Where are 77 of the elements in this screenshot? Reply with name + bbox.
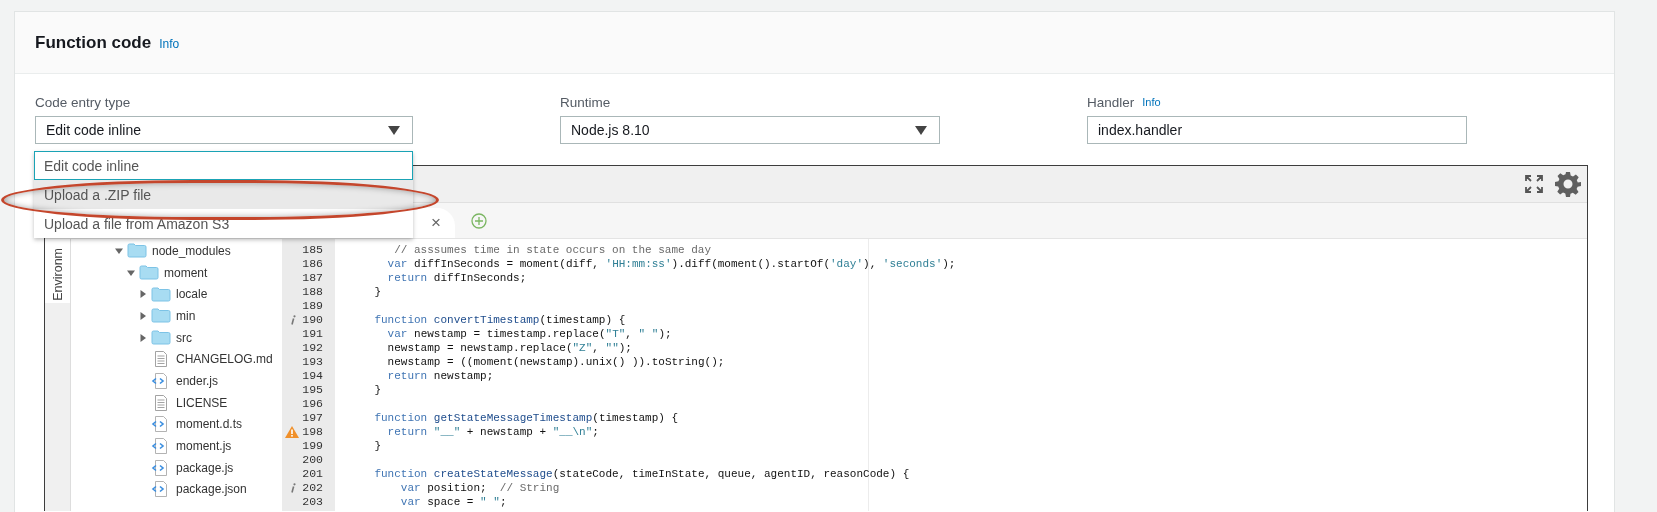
line-number: 187 [302, 271, 323, 284]
info-icon [290, 483, 296, 493]
tree-item[interactable]: moment.js [176, 439, 232, 454]
caret-icon[interactable] [139, 290, 147, 299]
info-link[interactable]: Info [1142, 96, 1161, 108]
caret-icon[interactable] [139, 333, 147, 342]
code-line: } [373, 384, 381, 396]
folder-icon [151, 308, 171, 324]
tree-item[interactable]: moment [164, 265, 208, 280]
dropdown-arrow-icon [915, 125, 927, 135]
dropdown-arrow-icon [388, 125, 400, 135]
caret-icon[interactable] [139, 311, 147, 320]
code-line: } [373, 440, 381, 452]
line-number: 199 [302, 439, 323, 452]
line-number: 185 [302, 243, 323, 256]
code-line: return "__" + newstamp + "__\n"; [386, 426, 599, 438]
panel-title: Function code [35, 32, 152, 53]
code-line: return newstamp; [386, 370, 494, 382]
caret-icon[interactable] [115, 246, 123, 255]
field-label: Runtime [560, 94, 611, 110]
input-field[interactable]: index.handler [1087, 116, 1467, 144]
line-number: 196 [302, 397, 323, 410]
caret-icon[interactable] [127, 268, 135, 277]
code-line: return diffInSeconds; [386, 272, 527, 284]
line-number: 192 [302, 341, 323, 354]
line-number: 200 [302, 453, 323, 466]
code-line: var diffInSeconds = moment(diff, 'HH:mm:ss').diff(moment().startOf('day'), 'seconds'); [386, 258, 956, 270]
line-number: 189 [302, 299, 323, 312]
line-number: 188 [302, 285, 323, 298]
code-line: // asssumes time in state occurs on the same day [393, 244, 712, 256]
tree-item[interactable]: package.json [176, 482, 247, 497]
line-number: 201 [302, 467, 323, 480]
warning-icon [285, 426, 299, 438]
tree-item[interactable]: src [176, 330, 192, 345]
line-number: 198 [302, 425, 323, 438]
field-label: Code entry type [35, 94, 131, 110]
tree-item[interactable]: moment.d.ts [176, 417, 243, 432]
code-line: } [373, 286, 381, 298]
tree-item[interactable]: ender.js [176, 373, 219, 388]
line-number: 197 [302, 411, 323, 424]
folder-icon [139, 265, 159, 281]
select-field[interactable]: Node.js 8.10 [560, 116, 940, 144]
tree-item[interactable]: min [176, 308, 196, 323]
code-line: var newstamp = timestamp.replace("T", " "); [386, 328, 672, 340]
code-line: newstamp = newstamp.replace("Z", ""); [386, 342, 632, 354]
folder-icon [151, 286, 171, 302]
line-number: 190 [302, 313, 323, 326]
code-line: newstamp = ((moment(newstamp).unix() )).toString(); [386, 356, 725, 368]
folder-icon [127, 243, 147, 259]
tree-item[interactable]: CHANGELOG.md [176, 352, 273, 367]
info-link[interactable]: Info [159, 37, 180, 51]
code-line: function convertTimestamp(timestamp) { [373, 314, 626, 326]
code-line: function createStateMessage(stateCode, timeInState, queue, agentID, reasonCode) { [373, 468, 910, 480]
code-line: var position; // String [399, 482, 560, 494]
select-field[interactable]: Edit code inline [35, 116, 413, 144]
line-number: 191 [302, 327, 323, 340]
tree-item[interactable]: LICENSE [176, 395, 228, 410]
tree-item[interactable]: node_modules [152, 243, 231, 258]
dropdown-option[interactable]: Edit code inline [34, 151, 413, 180]
code-line: var space = " "; [399, 496, 507, 508]
field-label: Handler [1087, 94, 1135, 110]
tree-item[interactable]: locale [176, 287, 208, 302]
settings-icon[interactable] [1555, 171, 1581, 197]
code-line: function getStateMessageTimestamp(timestamp) { [373, 412, 679, 424]
dropdown-option[interactable]: Upload a .ZIP file [34, 180, 413, 209]
line-number: 186 [302, 257, 323, 270]
fullscreen-icon[interactable] [1525, 175, 1543, 193]
line-number: 195 [302, 383, 323, 396]
line-number: 203 [302, 495, 323, 508]
close-tab-button[interactable]: × [431, 213, 441, 233]
folder-icon [151, 330, 171, 346]
line-number: 194 [302, 369, 323, 382]
line-number: 193 [302, 355, 323, 368]
side-tab[interactable]: Environm [45, 239, 70, 303]
info-icon [290, 315, 296, 325]
line-number: 202 [302, 481, 323, 494]
tree-item[interactable]: package.js [176, 460, 234, 475]
